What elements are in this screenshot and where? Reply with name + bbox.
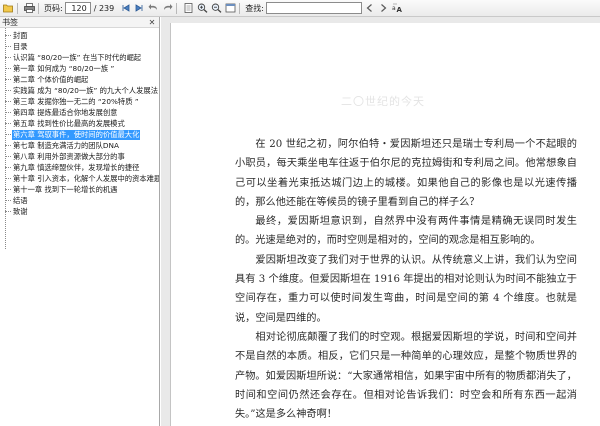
bookmark-label: 认识篇 “80/20一族” 在当下时代的崛起 [13,52,142,62]
bookmark-label: 第十章 引入资本，化解个人发展中的资本难题 [13,173,159,183]
bookmark-label: 第四章 提炼最适合你地发展创意 [13,107,118,117]
page-body: 在 20 世纪之初，阿尔伯特・爱因斯坦还只是瑞士专利局一个不起眼的小职员，每天乘… [235,135,577,424]
bookmark-label: 第三章 发掘你独一无二的 “20%特质 ” [13,96,139,106]
forward-icon[interactable] [161,2,173,14]
toolbar: 页码: 120 / 239 查找: aA [0,0,600,17]
page-total: / 239 [93,3,115,13]
paragraph: 在 20 世纪之初，阿尔伯特・爱因斯坦还只是瑞士专利局一个不起眼的小职员，每天乘… [235,139,577,208]
next-page-icon[interactable] [133,2,145,14]
bookmarks-header: 书签 ✕ [0,17,159,28]
bookmark-item[interactable]: 第二章 个体价值的崛起 [0,74,159,85]
bookmark-item[interactable]: 目录 [0,41,159,52]
bookmark-item[interactable]: 第三章 发掘你独一无二的 “20%特质 ” [0,96,159,107]
zoom-in-icon[interactable] [196,2,208,14]
bookmark-item[interactable]: 第九章 慎选缔盟伙伴，发现增长的捷径 [0,162,159,173]
bookmark-label: 第十一章 找到下一轮增长的机遇 [13,184,118,194]
toolbar-separator [176,2,178,14]
toolbar-separator [239,2,241,14]
paragraph: 相对论彻底颠覆了我们的时空观。根据爱因斯坦的学说，时间和空间并不是自然的本质。相… [235,331,577,421]
print-icon[interactable] [23,2,35,14]
bookmarks-title: 书签 [2,17,18,27]
find-next-icon[interactable] [378,2,390,14]
bookmark-label: 第一章 如何成为 “80/20一族 ” [13,63,115,73]
bookmark-label: 第五章 找到性价比最高的发展模式 [13,118,125,128]
open-folder-icon[interactable] [2,2,14,14]
bookmark-label: 第二章 个体价值的崛起 [13,74,89,84]
search-label: 查找: [245,3,264,13]
page-label: 页码: [44,3,63,13]
toolbar-separator [17,2,18,14]
find-options-icon[interactable]: aA [392,2,404,14]
bookmark-label: 结语 [13,195,28,205]
bookmark-label: 实践篇 成为 “80/20一族” 的九大个人发展法 [13,85,158,95]
bookmark-item[interactable]: 致谢 [0,206,159,217]
bookmark-item[interactable]: 第一章 如何成为 “80/20一族 ” [0,63,159,74]
bookmark-label: 第六章 驾驭事件，使时间的价值最大化 [12,129,141,140]
page-view-icon[interactable] [182,2,194,14]
paragraph: 最终，爱因斯坦意识到，自然界中没有两件事情是精确无误同时发生的。光速是绝对的，而… [235,216,577,247]
svg-text:A: A [396,6,402,13]
bookmark-label: 第九章 慎选缔盟伙伴，发现增长的捷径 [13,162,140,172]
bookmark-item[interactable]: 结语 [0,195,159,206]
find-previous-icon[interactable] [364,2,376,14]
bookmark-label: 第八章 利用外部资源做大部分的事 [13,151,125,161]
bookmark-item[interactable]: 第五章 找到性价比最高的发展模式 [0,118,159,129]
bookmark-label: 封面 [13,30,28,40]
zoom-out-icon[interactable] [210,2,222,14]
faint-page-header: 二〇世纪的今天 [341,95,425,108]
page-number-input[interactable]: 120 [64,2,91,14]
document-viewport[interactable]: 二〇世纪的今天 在 20 世纪之初，阿尔伯特・爱因斯坦还只是瑞士专利局一个不起眼… [161,17,600,426]
paragraph: 爱因斯坦改变了我们对于世界的认识。从传统意义上讲，我们认为空间具有 3 个维度。… [235,254,577,324]
bookmarks-panel: 书签 ✕ 封面 目录 认识篇 “80/20一族” 在当下时代的崛起 第一章 如何成为 … [0,17,160,426]
bookmark-item[interactable]: 实践篇 成为 “80/20一族” 的九大个人发展法 [0,85,159,96]
toolbar-separator [38,2,39,14]
previous-page-icon[interactable] [119,2,131,14]
bookmark-item[interactable]: 第十章 引入资本，化解个人发展中的资本难题 [0,173,159,184]
bookmark-item[interactable]: 封面 [0,30,159,41]
close-icon[interactable]: ✕ [148,18,156,27]
search-input[interactable] [265,2,362,14]
bookmark-item[interactable]: 认识篇 “80/20一族” 在当下时代的崛起 [0,52,159,63]
back-icon[interactable] [147,2,159,14]
svg-text:a: a [392,5,396,12]
bookmark-item[interactable]: 第六章 驾驭事件，使时间的价值最大化 [0,129,159,140]
bookmark-item[interactable]: 第八章 利用外部资源做大部分的事 [0,151,159,162]
bookmark-tree: 封面 目录 认识篇 “80/20一族” 在当下时代的崛起 第一章 如何成为 “80/2… [0,28,159,249]
bookmark-item[interactable]: 第十一章 找到下一轮增长的机遇 [0,184,159,195]
bookmark-item[interactable]: 第七章 制造充满活力的团队DNA [0,140,159,151]
bookmark-label: 第七章 制造充满活力的团队DNA [13,140,119,150]
bookmark-label: 目录 [13,41,28,51]
document-page: 二〇世纪的今天 在 20 世纪之初，阿尔伯特・爱因斯坦还只是瑞士专利局一个不起眼… [170,23,600,426]
bookmark-label: 致谢 [13,206,28,216]
bookmark-item[interactable]: 第四章 提炼最适合你地发展创意 [0,107,159,118]
fullscreen-icon[interactable] [224,2,236,14]
